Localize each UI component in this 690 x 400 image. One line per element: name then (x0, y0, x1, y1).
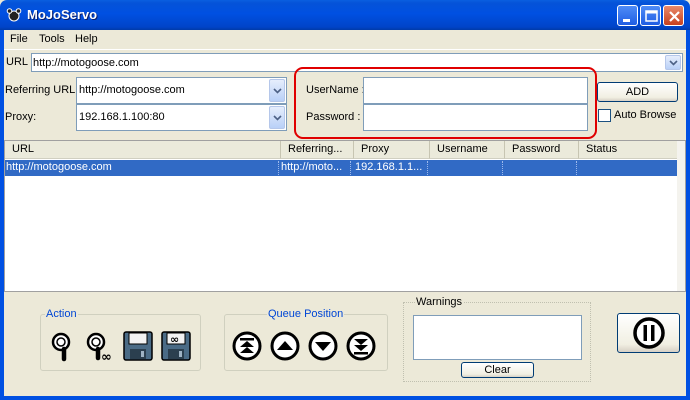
chevron-down-icon (273, 115, 282, 121)
cell-username (430, 161, 503, 175)
column-header-password[interactable]: Password (505, 141, 579, 159)
chevron-down-icon (273, 88, 282, 94)
svg-text:∞: ∞ (101, 350, 112, 362)
referring-value: http://motogoose.com (79, 84, 185, 96)
column-header-username[interactable]: Username (430, 141, 505, 159)
action-legend: Action (45, 308, 78, 320)
menu-help[interactable]: Help (75, 33, 98, 45)
column-header-referring[interactable]: Referring... (281, 141, 354, 159)
move-top-icon[interactable] (231, 330, 263, 362)
referring-dropdown-button[interactable] (269, 79, 285, 102)
add-button[interactable]: ADD (597, 82, 678, 102)
pause-icon (633, 317, 665, 349)
column-header-status[interactable]: Status (579, 141, 685, 159)
proxy-dropdown-button[interactable] (269, 106, 285, 129)
table-row[interactable]: http://motogoose.com http://moto... 192.… (5, 160, 677, 176)
url-dropdown-button[interactable] (665, 55, 681, 70)
queue-table[interactable]: URL Referring... Proxy Username Password… (4, 140, 686, 292)
move-up-icon[interactable] (269, 330, 301, 362)
window-frame-bottom (0, 396, 690, 400)
cell-proxy: 192.168.1.1... (354, 161, 428, 175)
maximize-button[interactable] (640, 5, 661, 26)
column-header-url[interactable]: URL (5, 141, 281, 159)
column-header-proxy[interactable]: Proxy (354, 141, 430, 159)
menu-file[interactable]: File (10, 33, 28, 45)
close-icon (669, 11, 680, 22)
close-button[interactable] (663, 5, 684, 26)
chevron-down-icon (669, 60, 678, 66)
save-all-icon[interactable]: ∞ (160, 330, 192, 362)
minimize-button[interactable] (617, 5, 638, 26)
warnings-legend: Warnings (415, 296, 464, 308)
title-bar[interactable] (0, 0, 690, 30)
pause-button[interactable] (617, 313, 680, 353)
auto-browse-label: Auto Browse (614, 109, 677, 121)
auto-browse-checkbox[interactable] (598, 109, 611, 122)
svg-text:∞: ∞ (170, 333, 179, 346)
credentials-highlight (294, 67, 597, 139)
cell-url: http://motogoose.com (5, 161, 279, 175)
window-title: MoJoServo (27, 7, 98, 22)
proxy-value: 192.168.1.100:80 (79, 111, 165, 123)
inspect-all-icon[interactable]: ∞ (84, 330, 116, 365)
minimize-icon (623, 19, 630, 22)
referring-label: Referring URL: (5, 84, 79, 96)
cell-password (505, 161, 577, 175)
table-scrollbar[interactable] (677, 141, 685, 291)
url-value: http://motogoose.com (33, 57, 139, 69)
warnings-textarea[interactable] (413, 315, 582, 360)
menu-tools[interactable]: Tools (39, 33, 65, 45)
proxy-label: Proxy: (5, 111, 37, 123)
proxy-combo[interactable]: 192.168.1.100:80 (76, 104, 287, 131)
url-label: URL : (6, 56, 34, 68)
queue-position-legend: Queue Position (267, 308, 345, 320)
window-frame-right (686, 30, 690, 400)
move-down-icon[interactable] (307, 330, 339, 362)
cell-referring: http://moto... (280, 161, 351, 175)
inspect-icon[interactable] (48, 330, 80, 362)
save-icon[interactable] (122, 330, 154, 362)
move-bottom-icon[interactable] (345, 330, 377, 362)
app-icon (6, 7, 22, 23)
cell-status (579, 161, 677, 175)
referring-combo[interactable]: http://motogoose.com (76, 77, 287, 104)
menu-bar (4, 30, 686, 50)
maximize-icon (645, 10, 658, 22)
clear-button[interactable]: Clear (461, 362, 534, 378)
